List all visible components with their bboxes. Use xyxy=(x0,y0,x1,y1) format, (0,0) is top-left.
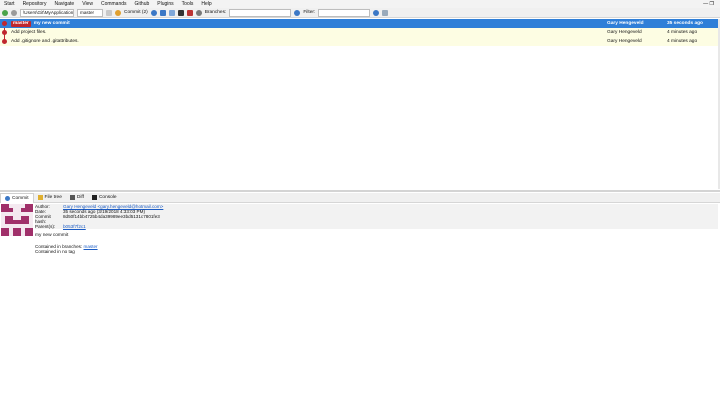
parent-key: Parent(s): xyxy=(35,224,56,229)
tab-file-tree[interactable]: File tree xyxy=(34,193,66,202)
commit-info-table: Author: Gary Hengeveld <gary.hengeveld@h… xyxy=(35,204,718,229)
commit-message: Add project files. xyxy=(11,30,47,35)
hash-row: Commit hash: 8d50f14bb4725b4da39989ee3bd… xyxy=(35,214,718,224)
repository-path-dropdown[interactable]: \Users\Git\MyApplication\ xyxy=(20,8,74,17)
gitext-icon[interactable] xyxy=(186,9,193,16)
graph-node-icon xyxy=(2,21,7,26)
commit-message-body: my new commit xyxy=(35,233,69,238)
branches-filter-input[interactable] xyxy=(229,8,292,17)
detail-tabs: Commit File tree Diff Console xyxy=(0,192,720,203)
stash-icon[interactable] xyxy=(106,9,112,16)
branch-link-master[interactable]: master xyxy=(84,244,98,249)
minimize-button[interactable]: — xyxy=(703,1,708,7)
branch-tag[interactable]: master xyxy=(11,21,31,27)
hash-value: 8d50f14bb4725b4da39989ee3bd5131c7801fe3 xyxy=(63,214,160,219)
tab-diff[interactable]: Diff xyxy=(66,193,88,202)
tab-label: Diff xyxy=(76,195,84,200)
menu-view[interactable]: View xyxy=(78,0,97,8)
file-tree-icon xyxy=(37,195,43,200)
panel-splitter[interactable] xyxy=(0,190,720,192)
commit-row[interactable]: master my new commit Gary Hengeveld 35 se… xyxy=(0,19,718,28)
branches-filter-icon[interactable] xyxy=(294,9,301,16)
commit-row[interactable]: Add .gitignore and .gitattributes. Gary … xyxy=(0,37,718,46)
menu-repository[interactable]: Repository xyxy=(19,0,51,8)
commit-button[interactable]: Commit (2) xyxy=(124,8,148,18)
tab-label: Commit xyxy=(12,195,29,201)
branches-label: Branches: xyxy=(204,9,227,15)
commit-icon xyxy=(115,9,121,16)
commit-detail-panel: Author: Gary Hengeveld <gary.hengeveld@h… xyxy=(0,203,720,404)
hash-key: Commit hash: xyxy=(35,214,51,224)
diff-icon xyxy=(69,195,75,200)
commit-date: 4 minutes ago xyxy=(667,39,698,44)
toolbar: \Users\Git\MyApplication\ master Commit … xyxy=(0,8,720,18)
filter-label: Filter: xyxy=(303,9,316,15)
refresh-icon[interactable] xyxy=(2,9,8,16)
branch-info: Contained in branches: master Contained … xyxy=(35,244,98,254)
menu-tools[interactable]: Tools xyxy=(178,0,198,8)
tab-label: Console xyxy=(98,195,117,200)
fetch-icon[interactable] xyxy=(159,9,166,16)
filter-down-icon[interactable] xyxy=(382,9,389,16)
push-icon[interactable] xyxy=(168,9,175,16)
window-controls: — ❐ xyxy=(703,0,714,8)
settings-gear-icon[interactable] xyxy=(195,9,202,16)
menu-bar: Start Repository Navigate View Commands … xyxy=(0,0,720,8)
commit-date: 4 minutes ago xyxy=(667,30,698,35)
commit-author: Gary Hengeveld xyxy=(607,21,644,26)
settings-icon[interactable] xyxy=(11,9,17,16)
commit-row[interactable]: Add project files. Gary Hengeveld 4 minu… xyxy=(0,28,718,37)
avatar xyxy=(1,204,33,236)
filter-input[interactable] xyxy=(318,8,371,17)
parent-row: Parent(s): b053f7f2c1 xyxy=(35,224,718,229)
commit-author: Gary Hengeveld xyxy=(607,30,642,35)
filter-options-icon[interactable] xyxy=(373,9,380,16)
menu-plugins[interactable]: Plugins xyxy=(153,0,177,8)
branch-dropdown[interactable]: master xyxy=(77,8,103,17)
commit-message: master my new commit xyxy=(11,19,70,28)
menu-start[interactable]: Start xyxy=(0,0,19,8)
menu-navigate[interactable]: Navigate xyxy=(50,0,78,8)
tab-console[interactable]: Console xyxy=(88,193,121,202)
graph-node-icon xyxy=(2,30,7,35)
commit-message-text: my new commit xyxy=(33,21,70,26)
commit-message: Add .gitignore and .gitattributes. xyxy=(11,39,79,44)
tab-commit[interactable]: Commit xyxy=(0,192,34,203)
parent-link[interactable]: b053f7f2c1 xyxy=(63,224,86,229)
revision-grid: master my new commit Gary Hengeveld 35 se… xyxy=(0,19,718,46)
tab-label: File tree xyxy=(44,195,62,200)
console-icon xyxy=(91,195,97,200)
restore-button[interactable]: ❐ xyxy=(710,1,714,7)
commit-author: Gary Hengeveld xyxy=(607,39,642,44)
contained-in-tags: Contained in no tag xyxy=(35,249,75,254)
commit-icon xyxy=(5,195,10,201)
terminal-icon[interactable] xyxy=(177,9,184,16)
commit-date: 35 seconds ago xyxy=(667,21,703,26)
graph-node-icon xyxy=(2,39,7,44)
pull-icon[interactable] xyxy=(150,9,157,16)
